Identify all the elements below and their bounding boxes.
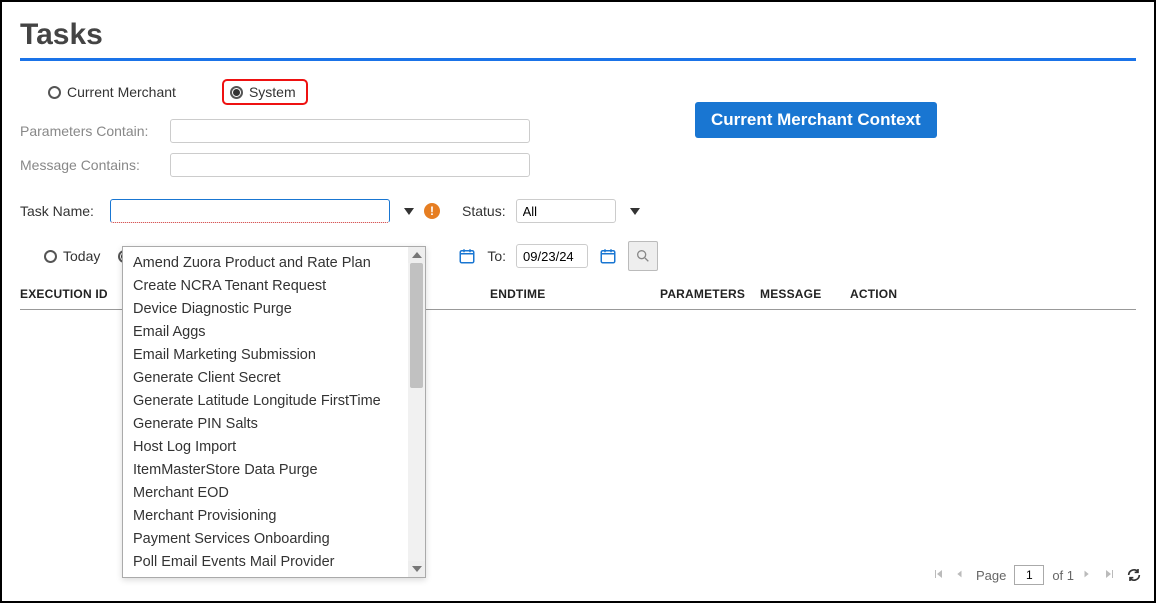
search-icon [635,248,651,264]
scope-current-merchant-radio[interactable]: Current Merchant [42,82,182,102]
task-name-option[interactable]: Payment Services Onboarding [123,527,408,550]
refresh-icon[interactable] [1126,567,1142,583]
date-to-input[interactable] [516,244,588,268]
today-radio[interactable]: Today [38,246,106,266]
col-endtime: ENDTIME [490,287,660,301]
pager-last-icon[interactable] [1104,568,1118,582]
task-name-option[interactable]: Create NCRA Tenant Request [123,274,408,297]
calendar-to-icon[interactable] [598,246,618,266]
task-name-option[interactable]: Email Marketing Submission [123,343,408,366]
dropdown-scrollbar[interactable] [408,247,425,577]
scroll-up-button[interactable] [408,247,425,263]
pager-page-input[interactable] [1014,565,1044,585]
to-label: To: [487,248,506,264]
scope-system-label: System [249,84,296,100]
task-name-option[interactable]: Generate PIN Salts [123,412,408,435]
pager: Page of 1 [932,565,1142,585]
message-contains-input[interactable] [170,153,530,177]
pager-of-label: of 1 [1052,568,1074,583]
pager-next-icon[interactable] [1082,568,1096,582]
pager-first-icon[interactable] [932,568,946,582]
title-divider [20,58,1136,61]
radio-icon [44,250,57,263]
parameters-contain-input[interactable] [170,119,530,143]
status-label: Status: [462,203,506,219]
current-merchant-context-button[interactable]: Current Merchant Context [695,102,937,138]
col-message: MESSAGE [760,287,850,301]
task-name-option[interactable]: Poll Email Events Mail Provider [123,550,408,573]
task-name-option[interactable]: Email Aggs [123,320,408,343]
scope-system-radio[interactable]: System [222,79,308,105]
calendar-from-icon[interactable] [457,246,477,266]
warning-icon: ! [424,203,440,219]
task-name-label: Task Name: [20,203,100,219]
page-title: Tasks [20,14,1136,52]
task-name-option[interactable]: Host Log Import [123,435,408,458]
scope-current-merchant-label: Current Merchant [67,84,176,100]
task-name-option[interactable]: Generate Client Secret [123,366,408,389]
radio-icon [230,86,243,99]
col-parameters: PARAMETERS [660,287,760,301]
task-name-option[interactable]: Merchant Provisioning [123,504,408,527]
search-button[interactable] [628,241,658,271]
status-dropdown-trigger[interactable] [630,208,640,215]
task-name-input[interactable] [110,199,390,223]
task-name-option[interactable]: Device Diagnostic Purge [123,297,408,320]
task-name-option[interactable]: Merchant EOD [123,481,408,504]
task-name-option[interactable]: ItemMasterStore Data Purge [123,458,408,481]
message-contains-label: Message Contains: [20,157,160,173]
radio-icon [48,86,61,99]
task-name-dropdown-trigger[interactable] [404,208,414,215]
task-name-dropdown-panel: Amend Zuora Product and Rate PlanCreate … [122,246,426,578]
task-name-option[interactable]: Generate Latitude Longitude FirstTime [123,389,408,412]
pager-prev-icon[interactable] [954,568,968,582]
col-action: ACTION [850,287,940,301]
pager-page-label: Page [976,568,1006,583]
today-label: Today [63,248,100,264]
parameters-contain-label: Parameters Contain: [20,123,160,139]
col-execution-id: EXECUTION ID [20,287,110,301]
scroll-thumb[interactable] [410,263,423,388]
task-name-option[interactable]: Amend Zuora Product and Rate Plan [123,251,408,274]
scroll-down-button[interactable] [408,561,425,577]
status-select[interactable] [516,199,616,223]
